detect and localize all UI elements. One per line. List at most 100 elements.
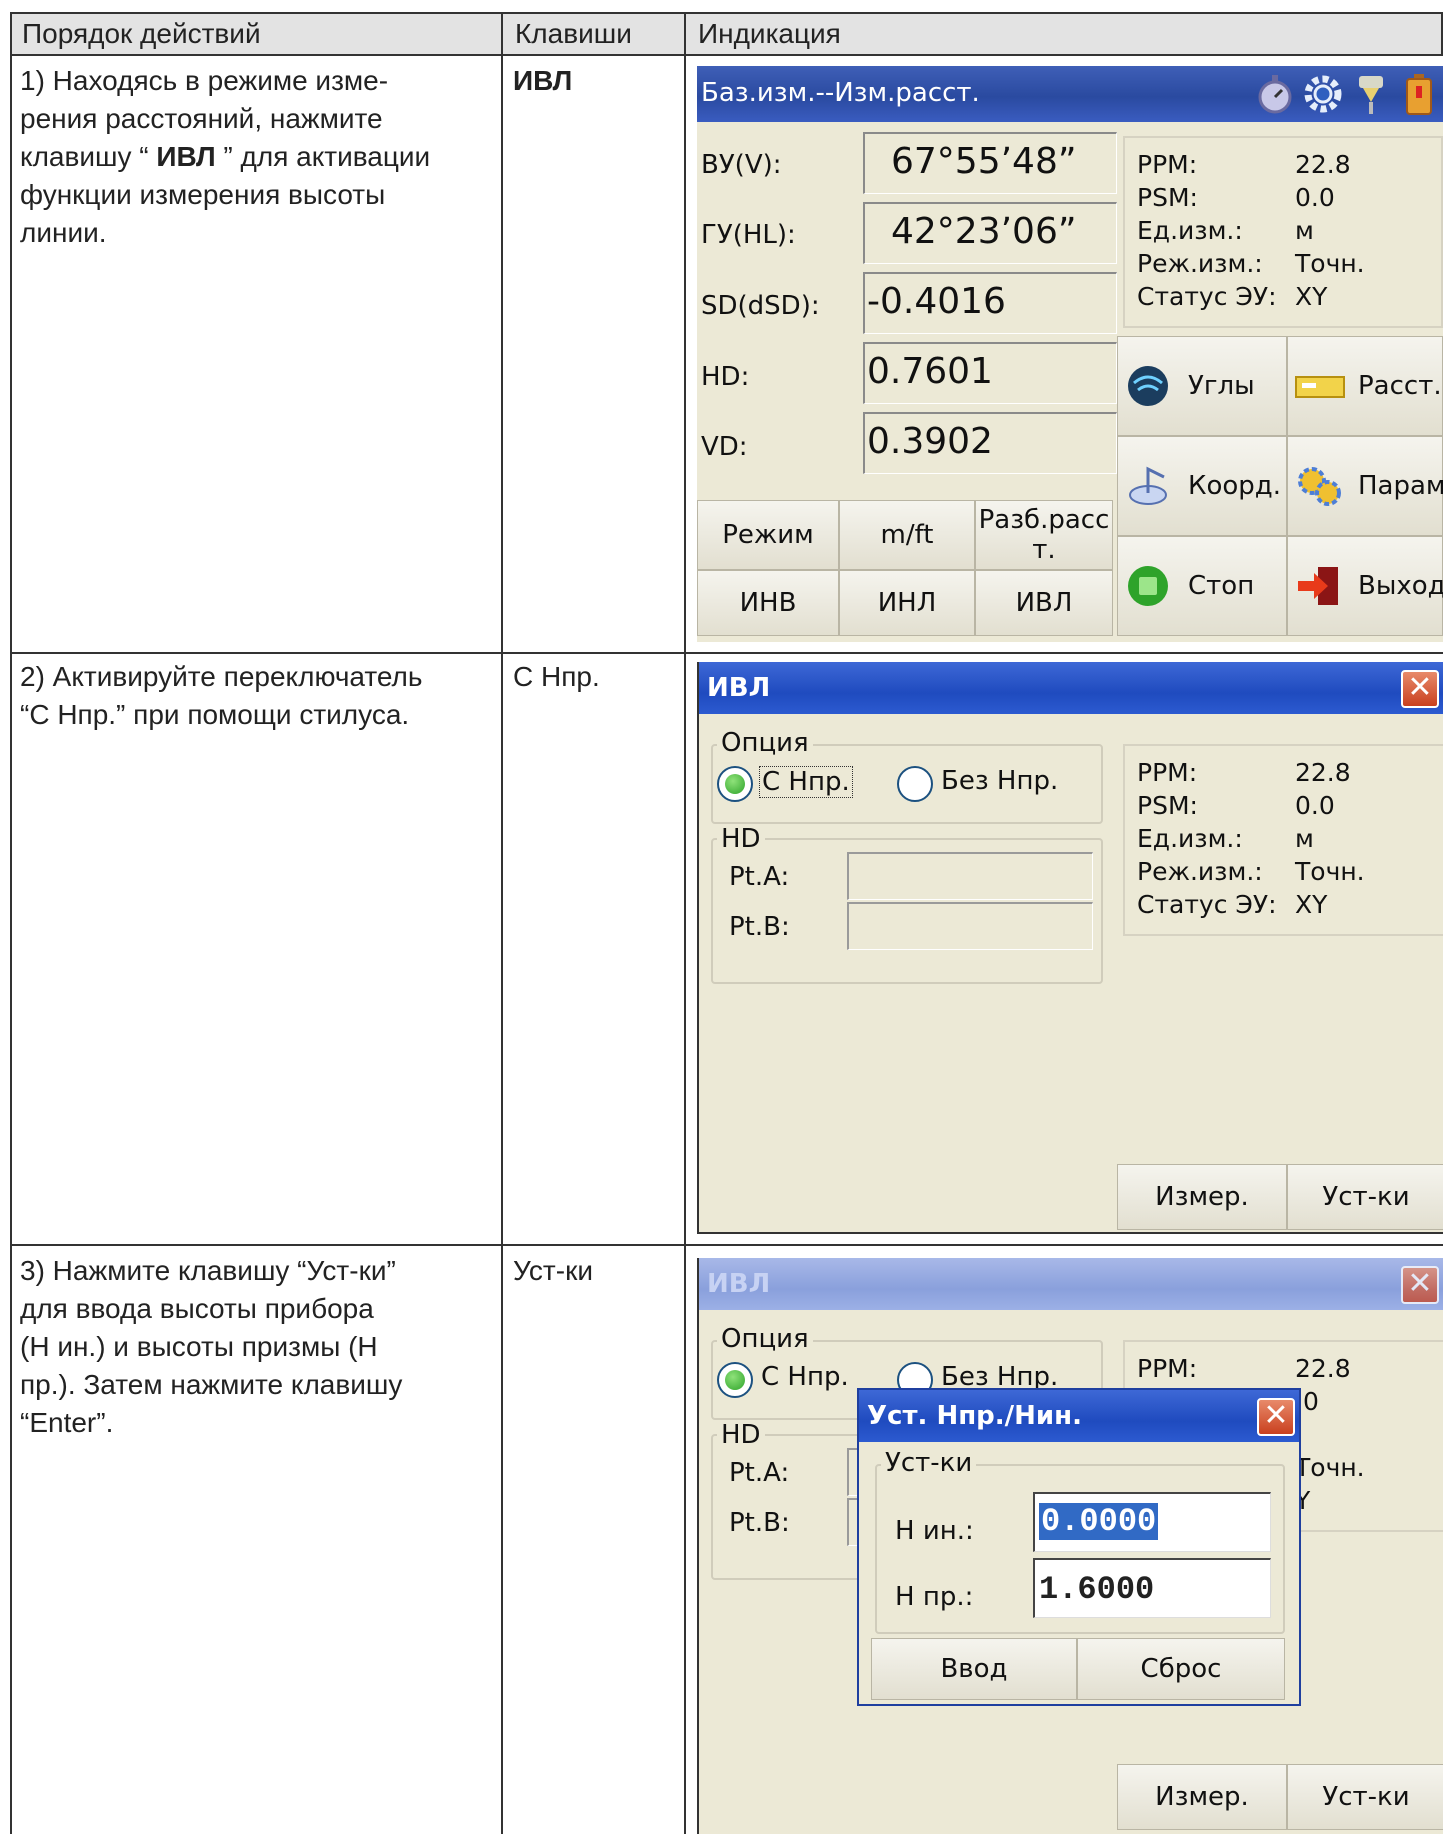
menu-button-angles[interactable]: Углы (1117, 336, 1287, 436)
dialog-title-bar: ИВЛ ✕ (699, 662, 1443, 714)
screen-ivl-height-setup: ИВЛ ✕ Опция С Нпр. Без Нпр. HD Pt.A: Pt.… (697, 1258, 1443, 1834)
measure-value-vd: 0.3902 (863, 412, 1117, 474)
step-3-key: Уст-ки (513, 1255, 593, 1286)
status-value: Точн. (1295, 857, 1365, 886)
step-line: “Enter”. (20, 1407, 114, 1438)
measure-button[interactable]: Измер. (1117, 1164, 1287, 1230)
radio-with-prism-label[interactable]: С Нпр. (761, 1362, 849, 1392)
menu-button-coordinates[interactable]: Коорд. (1117, 436, 1287, 536)
system-icons (1255, 70, 1439, 118)
prism-icon[interactable] (1351, 72, 1391, 116)
measure-label-v: ВУ(V): (701, 150, 782, 180)
step-line: 1) Находясь в режиме изме- (20, 65, 389, 96)
radio-with-prism[interactable] (717, 1362, 753, 1398)
menu-button-distance[interactable]: Расст. (1287, 336, 1443, 436)
exit-icon (1298, 567, 1338, 605)
status-row: PPM: 22.8 (1137, 148, 1441, 181)
battery-icon[interactable] (1399, 72, 1439, 116)
status-row: Реж.изм.: Точн. (1137, 247, 1441, 280)
status-row: Статус ЭУ: XY (1137, 888, 1443, 921)
height-setup-dialog: Уст. Нпр./Нин. ✕ Уст-ки Н ин.: 0.0000 Н … (857, 1388, 1301, 1706)
status-row: Ед.изм.: м (1137, 214, 1441, 247)
setup-group-label: Уст-ки (881, 1448, 977, 1478)
measure-label-hd: HD: (701, 362, 750, 392)
menu-label: Выход (1358, 571, 1443, 601)
step-2-key: С Нпр. (513, 661, 600, 692)
measure-label-sd: SD(dSD): (701, 291, 820, 321)
radio-with-prism[interactable] (717, 766, 753, 802)
hd-group-label: HD (717, 1420, 765, 1450)
step-line: для ввода высоты прибора (20, 1293, 374, 1324)
softkey-m-ft[interactable]: m/ft (839, 500, 975, 570)
menu-label: Парам. (1358, 471, 1443, 501)
status-key: Статус ЭУ: (1137, 282, 1277, 311)
instrument-height-value: 0.0000 (1039, 1503, 1159, 1540)
softkey-inv[interactable]: ИНВ (697, 570, 839, 636)
option-group-label: Опция (717, 728, 813, 758)
prism-height-input[interactable]: 1.6000 (1033, 1558, 1271, 1618)
reset-button[interactable]: Сброс (1077, 1638, 1285, 1700)
column-divider (501, 12, 503, 1834)
dialog-title-bar-inactive: ИВЛ ✕ (699, 1258, 1443, 1310)
menu-label: Стоп (1188, 571, 1255, 601)
prism-height-label: Н пр.: (895, 1582, 974, 1612)
softkey-inl[interactable]: ИНЛ (839, 570, 975, 636)
screen-ivl-dialog: ИВЛ ✕ Опция С Нпр. Без Нпр. HD Pt.A: Pt.… (697, 662, 1443, 1234)
key-label: ИВЛ (513, 65, 573, 96)
header-display: Индикация (698, 18, 841, 49)
step-1-key: ИВЛ (513, 62, 572, 100)
ruler-icon (1295, 376, 1345, 398)
status-value: XY (1295, 890, 1328, 919)
status-row: Реж.изм.: Точн. (1137, 855, 1443, 888)
status-panel: PPM: 22.8 PSM: 0.0 Ед.изм.: м Реж.изм.: Точн… (1123, 744, 1443, 936)
status-key: Реж.изм.: (1137, 857, 1263, 886)
measure-value-sd: -0.4016 (863, 272, 1117, 334)
step-line: “С Нпр.” при помощи стилуса. (20, 699, 410, 730)
status-panel: PPM: 22.8 PSM: 0.0 Ед.изм.: м Реж.изм.: Точн… (1123, 136, 1443, 328)
settings-button[interactable]: Уст-ки (1287, 1764, 1443, 1830)
row-divider (10, 652, 1443, 654)
menu-button-stop[interactable]: Стоп (1117, 536, 1287, 636)
step-line-part: клавишу “ (20, 141, 157, 172)
softkey-mode[interactable]: Режим (697, 500, 839, 570)
measure-button[interactable]: Измер. (1117, 1764, 1287, 1830)
dialog-title: ИВЛ (707, 673, 771, 703)
softkey-stakeout-distance[interactable]: Разб.расс т. (975, 500, 1113, 570)
status-key: Реж.изм.: (1137, 249, 1263, 278)
step-1-text: 1) Находясь в режиме изме- рения расстоя… (20, 62, 500, 252)
close-icon[interactable]: ✕ (1401, 670, 1439, 708)
measure-value-v: 67°55’48” (863, 132, 1117, 194)
softkey-ivl[interactable]: ИВЛ (975, 570, 1113, 636)
screen-title: Баз.изм.--Изм.расст. (701, 78, 980, 108)
enter-button[interactable]: Ввод (871, 1638, 1077, 1700)
instrument-height-input[interactable]: 0.0000 (1033, 1492, 1271, 1552)
pt-a-label: Pt.A: (729, 862, 790, 892)
radio-without-prism[interactable] (897, 766, 933, 802)
stopwatch-icon[interactable] (1255, 72, 1295, 116)
menu-label: Углы (1188, 371, 1255, 401)
pt-a-label: Pt.A: (729, 1458, 790, 1488)
settings-button[interactable]: Уст-ки (1287, 1164, 1443, 1230)
status-value: 22.8 (1295, 150, 1351, 179)
step-line: линии. (20, 217, 107, 248)
dialog-title: ИВЛ (707, 1269, 771, 1299)
step-key-emphasis: ИВЛ (156, 141, 216, 172)
menu-button-exit[interactable]: Выход (1287, 536, 1443, 636)
status-key: PSM: (1137, 183, 1198, 212)
status-row: PPM: 22.8 (1137, 756, 1443, 789)
table-border (10, 12, 12, 1834)
globe-icon (1128, 366, 1168, 406)
status-value: м (1295, 824, 1314, 853)
close-icon[interactable]: ✕ (1401, 1266, 1439, 1304)
header-keys: Клавиши (515, 18, 632, 49)
close-icon[interactable]: ✕ (1257, 1398, 1295, 1436)
hd-group-label: HD (717, 824, 765, 854)
table-header-row: Порядок действий Клавиши Индикация (10, 12, 1443, 56)
radio-without-prism-label[interactable]: Без Нпр. (941, 766, 1058, 796)
status-key: PPM: (1137, 150, 1198, 179)
menu-button-parameters[interactable]: Парам. (1287, 436, 1443, 536)
status-key: Ед.изм.: (1137, 824, 1243, 853)
gear-icon[interactable] (1303, 72, 1343, 116)
height-dialog-title-bar: Уст. Нпр./Нин. ✕ (859, 1390, 1299, 1442)
radio-with-prism-label[interactable]: С Нпр. (759, 766, 853, 798)
